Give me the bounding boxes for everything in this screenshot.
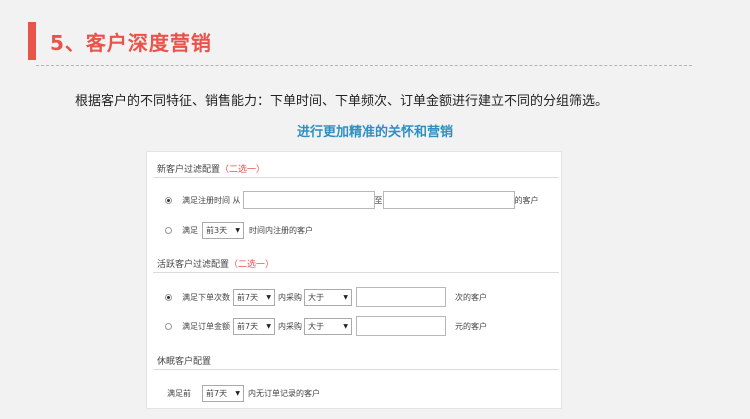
register-to-input[interactable] [382,191,515,209]
intro-text: 根据客户的不同特征、销售能力：下单时间、下单频次、订单金额进行建立不同的分组筛选… [75,94,609,109]
recent-register-suffix: 时间内注册的客户 [249,225,313,235]
title-divider [36,65,692,66]
chevron-down-icon: ▼ [343,322,348,330]
order-amount-label: 满足订单金额 [182,321,230,331]
order-amount-mid-label: 内采购 [278,321,302,331]
new-customer-row-recent: 满足 前3天 ▼ 时间内注册的客户 [165,219,313,241]
subtitle: 进行更加精准的关怀和营销 [296,125,453,140]
dormant-customer-divider [153,369,559,370]
dormant-customer-title-text: 休眠客户配置 [157,357,212,367]
chevron-down-icon: ▼ [235,226,240,234]
chevron-down-icon: ▼ [235,389,240,397]
new-customer-title-text: 新客户过滤配置 [157,165,221,175]
order-count-period-value: 前7天 [237,292,259,302]
active-customer-note: （二选一） [229,260,275,270]
active-customer-title-text: 活跃客户过滤配置 [157,260,230,270]
recent-register-radio[interactable] [165,226,172,234]
new-customer-divider [153,177,559,178]
register-range-label: 满足注册时间 从 [182,195,241,205]
new-customer-row-register-range: 满足注册时间 从 至 的客户 [165,189,539,211]
active-customer-row-order-amount: 满足订单金额 前7天 ▼ 内采购 大于 ▼ 元的客户 [165,315,487,337]
dormant-period-value: 前7天 [206,388,228,398]
active-customer-section-title: 活跃客户过滤配置（二选一） [157,257,274,270]
order-amount-period-value: 前7天 [237,321,259,331]
order-amount-radio[interactable] [165,322,172,330]
order-count-mid-label: 内采购 [278,292,302,302]
new-customer-section-title: 新客户过滤配置（二选一） [157,162,265,175]
config-panel: 新客户过滤配置（二选一） 满足注册时间 从 至 的客户 满足 前3天 ▼ 时间内… [146,151,562,409]
new-customer-note: （二选一） [220,165,266,175]
recent-days-value: 前3天 [206,225,228,235]
recent-register-label: 满足 [182,225,198,235]
dormant-customer-row: 满足前 前7天 ▼ 内无订单记录的客户 [165,382,320,404]
order-amount-compare-select[interactable]: 大于 ▼ [304,317,352,335]
chevron-down-icon: ▼ [343,293,348,301]
order-count-period-select[interactable]: 前7天 ▼ [233,288,275,306]
dormant-period-select[interactable]: 前7天 ▼ [202,384,244,402]
order-count-suffix: 次的客户 [455,292,487,302]
register-range-radio[interactable] [165,196,172,204]
recent-days-select[interactable]: 前3天 ▼ [202,221,244,239]
active-customer-divider [153,272,559,273]
dormant-suffix: 内无订单记录的客户 [248,388,320,398]
page-title: 5、客户深度营销 [50,31,212,55]
order-amount-input[interactable] [356,316,446,336]
register-range-suffix: 的客户 [514,195,539,205]
active-customer-row-order-count: 满足下单次数 前7天 ▼ 内采购 大于 ▼ 次的客户 [165,286,487,308]
chevron-down-icon: ▼ [266,322,271,330]
register-to-label: 至 [374,195,383,205]
order-amount-period-select[interactable]: 前7天 ▼ [233,317,275,335]
dormant-customer-section-title: 休眠客户配置 [157,354,211,367]
order-count-compare-value: 大于 [308,292,324,302]
order-count-radio[interactable] [165,293,172,301]
order-count-label: 满足下单次数 [182,292,230,302]
order-count-input[interactable] [356,287,446,307]
order-count-compare-select[interactable]: 大于 ▼ [304,288,352,306]
order-amount-compare-value: 大于 [308,321,324,331]
chevron-down-icon: ▼ [266,293,271,301]
order-amount-suffix: 元的客户 [455,321,487,331]
dormant-label: 满足前 [167,388,191,398]
register-from-input[interactable] [242,191,375,209]
title-accent-bar [28,22,36,60]
